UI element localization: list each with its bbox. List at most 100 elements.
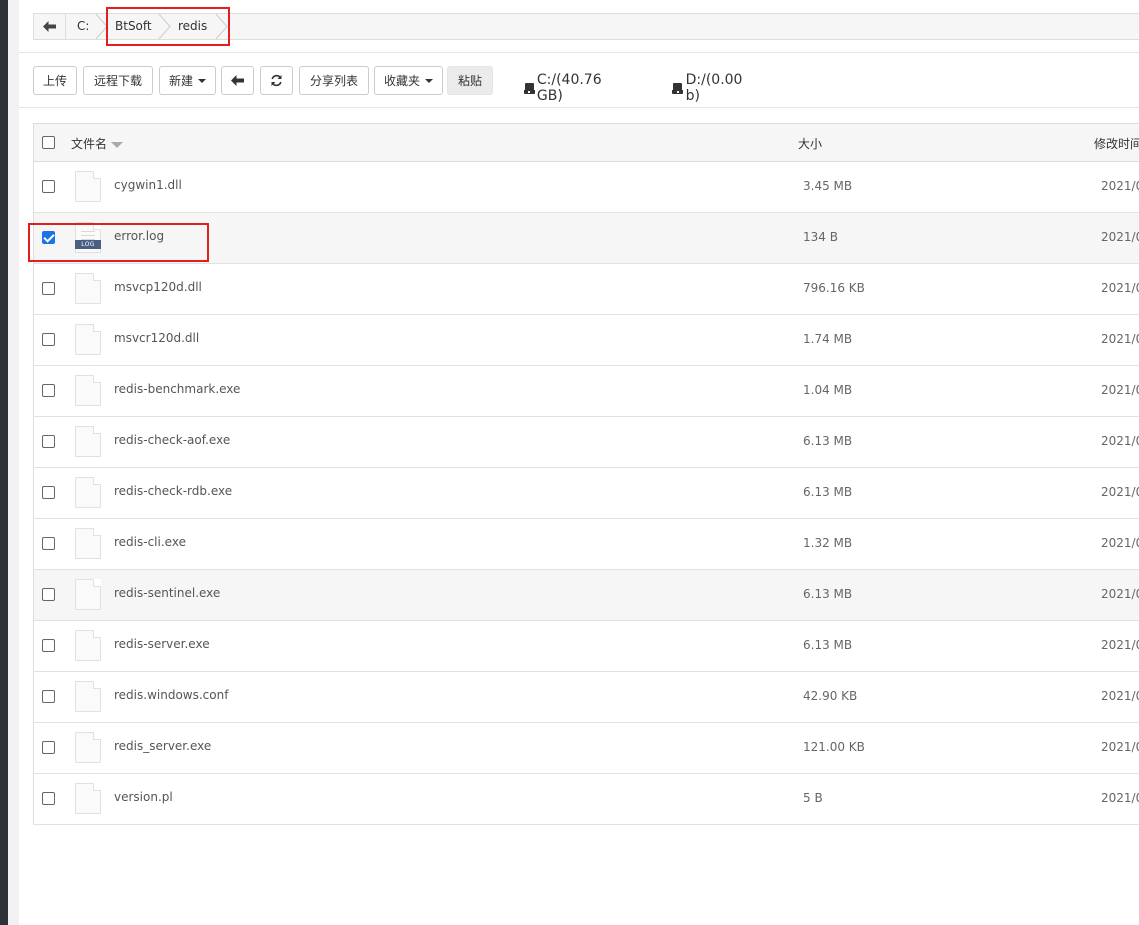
table-row[interactable]: redis-check-aof.exe 6.13 MB 2021/0 (34, 417, 1139, 468)
file-modified: 2021/0 (1101, 179, 1139, 193)
file-modified: 2021/0 (1101, 332, 1139, 346)
row-checkbox[interactable] (42, 180, 55, 193)
row-checkbox[interactable] (42, 384, 55, 397)
file-size: 1.04 MB (803, 383, 853, 397)
table-header: 文件名 大小 修改时间 (34, 123, 1139, 162)
file-name[interactable]: version.pl (114, 790, 173, 804)
file-size: 1.32 MB (803, 536, 853, 550)
file-name[interactable]: redis-cli.exe (114, 535, 186, 549)
row-checkbox[interactable] (42, 741, 55, 754)
remote-download-button[interactable]: 远程下载 (83, 66, 153, 95)
table-row[interactable]: redis-server.exe 6.13 MB 2021/0 (34, 621, 1139, 672)
sidebar-strip (0, 0, 8, 925)
disk-c-label: C:/(40.76 GB) (536, 72, 602, 104)
table-row[interactable]: version.pl 5 B 2021/0 (34, 774, 1139, 825)
file-modified: 2021/0 (1101, 638, 1139, 652)
file-icon (75, 528, 101, 559)
file-icon (75, 375, 101, 406)
file-name[interactable]: redis-check-aof.exe (114, 433, 230, 447)
column-header-size[interactable]: 大小 (798, 135, 822, 152)
upload-button[interactable]: 上传 (33, 66, 77, 95)
table-row[interactable]: redis-cli.exe 1.32 MB 2021/0 (34, 519, 1139, 570)
row-checkbox[interactable] (42, 435, 55, 448)
file-name[interactable]: redis.windows.conf (114, 688, 228, 702)
file-size: 6.13 MB (803, 485, 853, 499)
new-dropdown-button[interactable]: 新建 (159, 66, 216, 95)
highlight-box-breadcrumb (106, 7, 230, 46)
disk-c[interactable]: C:/(40.76 GB) (524, 72, 605, 104)
file-size: 134 B (803, 230, 838, 244)
file-modified: 2021/0 (1101, 281, 1139, 295)
file-modified: 2021/0 (1101, 791, 1139, 805)
column-header-modified[interactable]: 修改时间 (1094, 135, 1139, 152)
file-icon (75, 732, 101, 763)
file-size: 1.74 MB (803, 332, 853, 346)
row-checkbox[interactable] (42, 333, 55, 346)
disk-d-label: D:/(0.00 b) (685, 72, 743, 104)
arrow-left-icon (231, 75, 244, 86)
column-header-name-label: 文件名 (71, 137, 108, 151)
table-row[interactable]: redis-check-rdb.exe 6.13 MB 2021/0 (34, 468, 1139, 519)
file-size: 3.45 MB (803, 179, 853, 193)
file-name[interactable]: msvcp120d.dll (114, 280, 202, 294)
divider (19, 52, 1139, 53)
table-row[interactable]: redis_server.exe 121.00 KB 2021/0 (34, 723, 1139, 774)
file-icon (75, 426, 101, 457)
back-icon[interactable] (34, 14, 66, 39)
file-name[interactable]: redis-benchmark.exe (114, 382, 240, 396)
table-row[interactable]: msvcr120d.dll 1.74 MB 2021/0 (34, 315, 1139, 366)
file-size: 6.13 MB (803, 587, 853, 601)
file-icon (75, 579, 101, 610)
sort-down-icon (111, 141, 124, 148)
refresh-button[interactable] (260, 66, 293, 95)
row-checkbox[interactable] (42, 792, 55, 805)
file-modified: 2021/0 (1101, 536, 1139, 550)
row-checkbox[interactable] (42, 588, 55, 601)
row-checkbox[interactable] (42, 690, 55, 703)
row-checkbox[interactable] (42, 282, 55, 295)
breadcrumb-item-c[interactable]: C: (77, 14, 89, 39)
paste-button[interactable]: 粘贴 (447, 66, 493, 95)
table-row[interactable]: msvcp120d.dll 796.16 KB 2021/0 (34, 264, 1139, 315)
file-modified: 2021/0 (1101, 434, 1139, 448)
new-button-label: 新建 (168, 74, 193, 88)
table-row[interactable]: redis.windows.conf 42.90 KB 2021/0 (34, 672, 1139, 723)
chevron-down-icon (198, 78, 206, 83)
share-list-button[interactable]: 分享列表 (299, 66, 369, 95)
hdd-icon (672, 82, 683, 94)
favorites-button-label: 收藏夹 (383, 74, 420, 88)
table-row[interactable]: redis-benchmark.exe 1.04 MB 2021/0 (34, 366, 1139, 417)
file-size: 796.16 KB (803, 281, 865, 295)
file-name[interactable]: redis-check-rdb.exe (114, 484, 232, 498)
back-button[interactable] (221, 66, 254, 95)
row-checkbox[interactable] (42, 639, 55, 652)
favorites-dropdown-button[interactable]: 收藏夹 (374, 66, 443, 95)
file-size: 6.13 MB (803, 434, 853, 448)
row-checkbox[interactable] (42, 537, 55, 550)
file-icon (75, 171, 101, 202)
file-name[interactable]: cygwin1.dll (114, 178, 182, 192)
file-size: 6.13 MB (803, 638, 853, 652)
select-all-checkbox[interactable] (42, 136, 55, 149)
file-name[interactable]: redis-sentinel.exe (114, 586, 220, 600)
file-size: 121.00 KB (803, 740, 865, 754)
file-icon (75, 630, 101, 661)
file-name[interactable]: redis_server.exe (114, 739, 211, 753)
highlight-box-error-log (28, 223, 209, 262)
table-row[interactable]: redis-sentinel.exe 6.13 MB 2021/0 (34, 570, 1139, 621)
file-icon (75, 273, 101, 304)
file-modified: 2021/0 (1101, 383, 1139, 397)
file-modified: 2021/0 (1101, 485, 1139, 499)
refresh-icon (271, 74, 282, 87)
file-manager: C: BtSoft redis 上传 远程下载 新建 分享列表 收藏夹 粘贴 C… (19, 0, 1139, 925)
row-checkbox[interactable] (42, 486, 55, 499)
divider (19, 107, 1139, 108)
disk-d[interactable]: D:/(0.00 b) (672, 72, 745, 104)
file-name[interactable]: redis-server.exe (114, 637, 210, 651)
column-header-name[interactable]: 文件名 (71, 135, 124, 152)
file-name[interactable]: msvcr120d.dll (114, 331, 199, 345)
file-icon (75, 324, 101, 355)
file-size: 42.90 KB (803, 689, 858, 703)
file-icon (75, 783, 101, 814)
table-row[interactable]: cygwin1.dll 3.45 MB 2021/0 (34, 162, 1139, 213)
